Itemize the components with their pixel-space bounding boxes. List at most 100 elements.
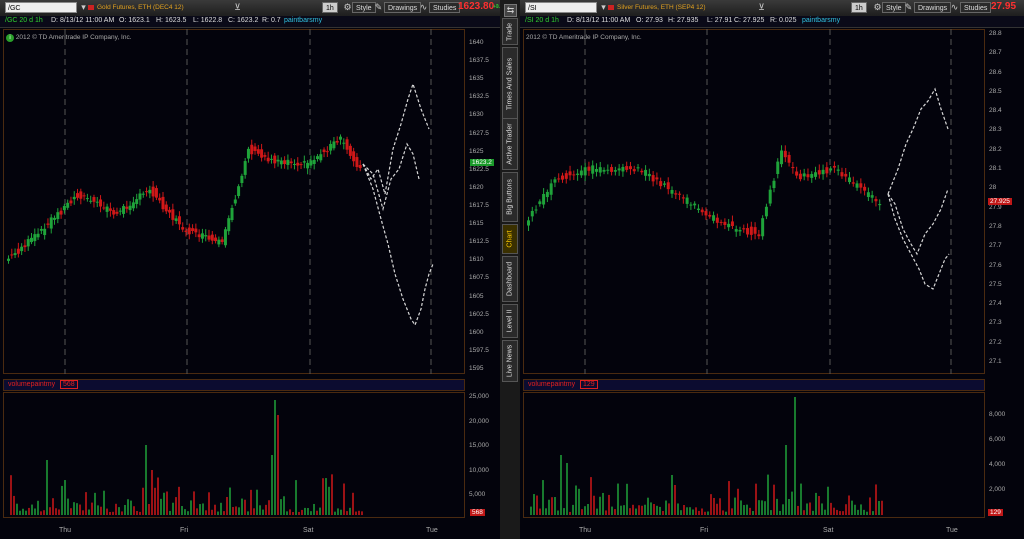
price-tick-label: 1605 — [469, 292, 484, 300]
tab-active-trader[interactable]: Active Trader — [502, 118, 518, 170]
tab-dashboard[interactable]: Dashboard — [502, 256, 518, 302]
candle-body — [689, 204, 693, 206]
candle-body — [579, 170, 583, 176]
tab-chart[interactable]: Chart — [502, 224, 518, 254]
candle-body — [286, 159, 290, 165]
timeframe-button[interactable]: 1h — [322, 2, 338, 13]
candle-body — [76, 193, 80, 198]
candle-body — [342, 142, 346, 144]
price-axis[interactable]: 1640 1637.5 1635 1632.5 1630 1627.5 1625 1622.5… — [467, 29, 500, 374]
tab-trade[interactable]: Trade — [502, 18, 518, 45]
candle-body — [131, 202, 135, 209]
studies-button[interactable]: Studies — [960, 2, 992, 13]
candle-body — [753, 227, 757, 234]
price-tick-label: 27.7 — [989, 242, 1002, 250]
volume-study-label: volumepaintmy — [8, 381, 56, 388]
candle-body — [43, 228, 47, 236]
tab-live-news[interactable]: Live News — [502, 340, 518, 382]
candle-body — [621, 166, 625, 172]
pin-icon[interactable]: ⊻ — [232, 2, 243, 13]
pin-icon[interactable]: ⊻ — [756, 2, 767, 13]
candle-body — [594, 168, 598, 172]
price-chart — [7, 29, 434, 374]
candle-body — [102, 207, 106, 209]
symbol-input[interactable]: /GC — [5, 2, 77, 13]
candle-body — [787, 154, 791, 163]
candle-body — [306, 162, 310, 169]
volume-tick-label: 20,000 — [469, 417, 489, 425]
candle-body — [256, 149, 260, 154]
price-tick-label: 28.6 — [989, 68, 1002, 76]
time-tick-label: Fri — [700, 527, 709, 534]
chart-toolbar: /SI ▾ Silver Futures, ETH (SEP4 12) ⊻ 1h… — [520, 0, 1024, 17]
candle-body — [246, 148, 250, 159]
candle-body — [625, 166, 629, 170]
candle-body — [666, 182, 670, 190]
candle-body — [780, 150, 784, 165]
time-tick-label: Tue — [426, 527, 438, 534]
candle-body — [279, 160, 283, 165]
drawings-button[interactable]: Drawings — [914, 2, 952, 13]
price-tick-label: 1630 — [469, 111, 484, 119]
drawings-icon: ✎ — [904, 2, 913, 12]
candle-body — [719, 221, 723, 223]
candle-body — [874, 199, 878, 202]
candle-body — [795, 171, 799, 176]
candle-body — [613, 170, 617, 172]
quote-low: L: 1622.8 — [193, 17, 223, 24]
price-tick-label: 1600 — [469, 328, 484, 336]
candle-body — [791, 166, 795, 169]
candle-body — [82, 195, 86, 197]
time-tick-label: Thu — [579, 527, 592, 534]
price-tick-label: 1610 — [469, 256, 484, 264]
candle-body — [118, 210, 122, 212]
candle-body — [832, 165, 836, 168]
candle-body — [309, 160, 313, 166]
instrument-description: Gold Futures, ETH (DEC4 12) — [97, 4, 184, 11]
study-label: paintbarsmy — [802, 17, 841, 24]
candle-body — [154, 188, 158, 198]
studies-button[interactable]: Studies — [429, 2, 461, 13]
candle-body — [138, 193, 142, 200]
candle-body — [704, 210, 708, 216]
price-tick-label: 28.5 — [989, 87, 1002, 95]
candle-body — [299, 164, 303, 166]
tab-times-and-sales[interactable]: Times And Sales — [502, 47, 518, 120]
drawings-button[interactable]: Drawings — [384, 2, 422, 13]
candle-body — [355, 157, 359, 168]
price-tick-label: 1622.5 — [469, 165, 489, 173]
candle-body — [292, 163, 296, 165]
candle-body — [187, 227, 191, 235]
candle-body — [821, 169, 825, 175]
quote-open: O: 1623.1 — [119, 17, 150, 24]
price-tick-label: 1625 — [469, 147, 484, 155]
price-tick-label: 1597.5 — [469, 346, 489, 354]
quote-symbol: /GC 20 d 1h — [5, 17, 43, 24]
price-axis[interactable]: 28.8 28.7 28.6 28.5 28.4 28.3 28.2 28.1 28 27.9 27… — [987, 29, 1024, 374]
price-tick-label: 28 — [989, 184, 997, 192]
tab-level-ii[interactable]: Level II — [502, 304, 518, 338]
candle-body — [553, 179, 557, 183]
tab-big-buttons[interactable]: Big Buttons — [502, 172, 518, 222]
volume-axis: 25,000 20,000 15,000 10,000 5,000 568 — [467, 392, 500, 518]
candle-body — [859, 183, 863, 188]
candle-body — [214, 237, 218, 242]
candle-body — [125, 206, 129, 209]
quote-date: D: 8/13/12 11:00 AM — [567, 17, 631, 24]
candle-body — [92, 197, 96, 202]
candle-body — [79, 191, 83, 199]
price-tick-label: 1617.5 — [469, 202, 489, 209]
candle-body — [662, 183, 666, 185]
timeframe-button[interactable]: 1h — [851, 2, 867, 13]
symbol-input[interactable]: /SI — [525, 2, 597, 13]
candle-body — [742, 228, 746, 230]
candle-body — [23, 245, 27, 248]
candle-body — [151, 186, 155, 197]
link-icon[interactable]: ⇆ — [504, 4, 517, 17]
candle-body — [128, 205, 132, 211]
time-tick-label: Tue — [946, 527, 958, 534]
candle-body — [863, 186, 867, 191]
candle-body — [723, 221, 727, 225]
volume-last-badge: 129 — [988, 509, 1003, 516]
candle-body — [746, 228, 750, 235]
